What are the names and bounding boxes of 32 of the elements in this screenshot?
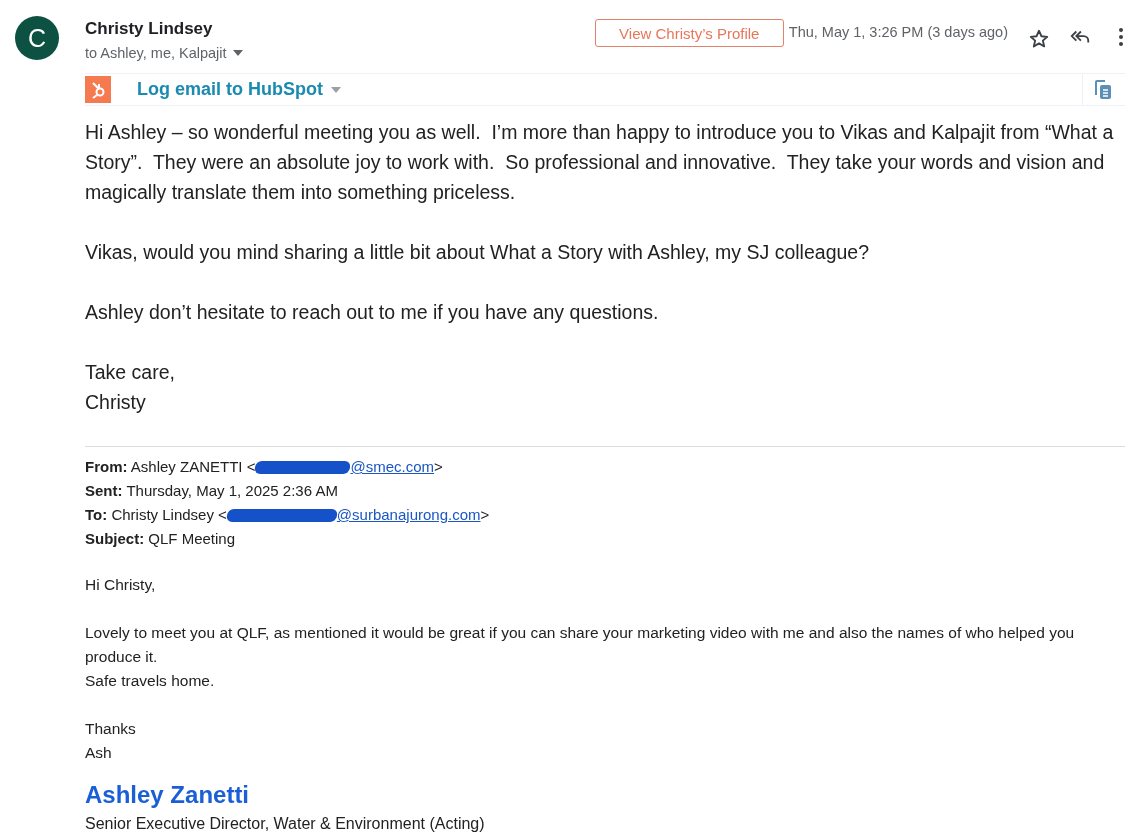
header-value: Thursday, May 1, 2025 2:36 AM — [125, 481, 338, 501]
body-paragraph: Lovely to meet you at QLF, as mentioned it would be great if you can share your marketing video with me and also the names of who helped you produce it. Safe travels home. — [85, 623, 1076, 691]
avatar: C — [15, 16, 59, 60]
recipients: to Ashley, me, Kalpajit — [85, 45, 227, 61]
dropdown-caret-icon[interactable] — [232, 50, 243, 56]
email-date: Thu, May 1, 3:26 PM (3 days ago) — [788, 24, 1008, 40]
header-label: To: — [85, 505, 108, 525]
header-value: Ashley ZANETTI < — [129, 457, 256, 477]
signature-name: Ashley Zanetti — [85, 781, 250, 809]
body-paragraph: Hi Ashley – so wonderful meeting you as well. I’m more than happy to introduce you to Vikas and Kalpajit from “What a Story”. They were an absolute joy to work with. So professional and innovative. They take your words and vision and magically translate them into something priceless. — [85, 120, 1115, 205]
header-label: From: — [85, 457, 128, 477]
header-value: QLF Meeting — [147, 529, 236, 549]
email-link[interactable]: @surbanajurong.com — [336, 503, 481, 527]
sprocket-logo-icon — [85, 76, 111, 103]
sender-name: Christy Lindsey — [85, 19, 213, 39]
star-icon[interactable] — [1028, 28, 1050, 50]
header-value: > — [480, 505, 490, 525]
body-paragraph: Thanks Ash — [85, 719, 137, 763]
dropdown-caret-icon — [331, 86, 341, 93]
more-options-icon[interactable] — [1117, 26, 1125, 48]
header-label: Subject: — [85, 529, 145, 549]
body-paragraph: Vikas, would you mind sharing a little bit about What a Story with Ashley, my SJ colleague? — [85, 240, 870, 265]
log-email-dropdown[interactable]: Log email to HubSpot — [137, 79, 341, 100]
body-paragraph: Ashley don’t hesitate to reach out to me if you have any questions. — [85, 300, 660, 325]
header-value: > — [434, 457, 443, 477]
body-paragraph: Hi Christy, — [85, 575, 157, 595]
header-value: Christy Lindsey < — [110, 505, 227, 525]
header-label: Sent: — [85, 481, 123, 501]
copy-icon[interactable] — [1093, 78, 1113, 101]
email-link[interactable]: @smec.com — [350, 455, 435, 479]
body-paragraph: Take care, Christy — [85, 360, 176, 415]
signature-title: Senior Executive Director, Water & Environment (Acting) — [85, 815, 486, 833]
